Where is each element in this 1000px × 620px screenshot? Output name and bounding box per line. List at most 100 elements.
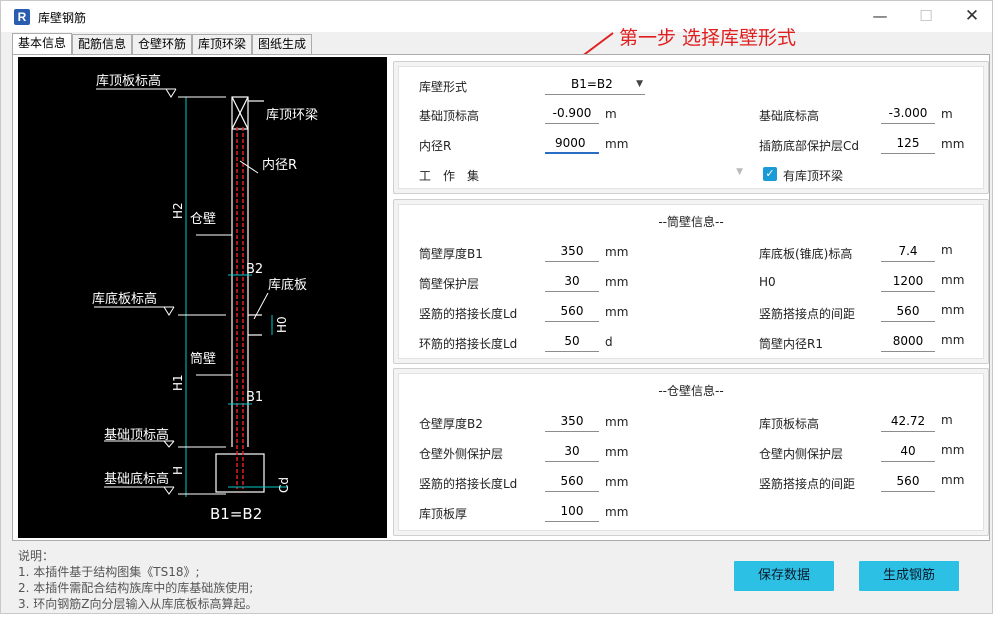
dimension-lines	[178, 96, 226, 497]
silo-input-1[interactable]: 30	[545, 442, 599, 462]
inner-r-label: 内径R	[419, 139, 452, 153]
tab-reinforcement-info[interactable]: 配筋信息	[72, 34, 132, 54]
label-h1: H1	[171, 374, 185, 391]
found-bottom-unit: m	[941, 107, 953, 121]
silo-right-input-0[interactable]: 42.72	[881, 412, 935, 432]
label-h: H	[171, 466, 185, 475]
tube-wall-panel: --筒壁信息-- 筒壁厚度B1 350 mm 库底板(锥底)标高 7.4 m 筒壁保护层 30…	[393, 199, 989, 364]
tube-section-title: --筒壁信息--	[658, 215, 724, 229]
found-top-label: 基础顶标高	[419, 109, 480, 123]
label-b1: B1	[246, 390, 263, 405]
ring-beam-checkbox-label: 有库顶环梁	[783, 169, 844, 183]
basic-params-panel: 库壁形式 B1=B2 ▼ 基础顶标高 -0.900 m 基础底标高 -3.000…	[393, 61, 989, 194]
inner-r-input[interactable]: 9000	[545, 134, 599, 154]
tube-right-unit-2: mm	[941, 303, 965, 317]
silo-label-0: 仓壁厚度B2	[419, 417, 483, 431]
silo-right-label-0: 库顶板标高	[759, 417, 820, 431]
tube-right-unit-0: m	[941, 243, 953, 257]
close-button[interactable]: ✕	[949, 1, 995, 32]
tube-right-label-1: H0	[759, 275, 776, 289]
basic-params-inner: 库壁形式 B1=B2 ▼ 基础顶标高 -0.900 m 基础底标高 -3.000…	[398, 66, 984, 189]
tab-drawing-generation[interactable]: 图纸生成	[252, 34, 312, 54]
drawing-vertical-labels: H2 H1 H H0 Cd	[171, 202, 291, 493]
found-top-input[interactable]: -0.900	[545, 104, 599, 124]
label-h0: H0	[275, 316, 289, 333]
cd-unit: mm	[941, 137, 965, 151]
silo-wall-panel: --仓壁信息-- 仓壁厚度B2 350 mm 库顶板标高 42.72 m 仓壁外侧保护层 30…	[393, 368, 989, 536]
tube-right-unit-1: mm	[941, 273, 965, 287]
tube-right-input-3[interactable]: 8000	[881, 332, 935, 352]
wall-form-value: B1=B2	[571, 77, 613, 91]
workset-label: 工 作 集	[419, 169, 480, 183]
cd-input[interactable]: 125	[881, 134, 935, 154]
generate-rebar-button[interactable]: 生成钢筋	[859, 561, 959, 591]
tab-top-ring-beam[interactable]: 库顶环梁	[192, 34, 252, 54]
main-window: R 库壁钢筋 — ☐ ✕ 第一步 选择库壁形式 基本信息 配筋信息 仓壁环筋 库…	[0, 0, 993, 614]
silo-input-0[interactable]: 350	[545, 412, 599, 432]
silo-right-input-1[interactable]: 40	[881, 442, 935, 462]
minimize-button[interactable]: —	[857, 1, 903, 32]
silo-right-unit-2: mm	[941, 473, 965, 487]
wall-section-drawing: 库顶板标高 库顶环梁 内径R 仓壁 B2 库底板 库底板标高 筒壁 B1 基础顶…	[18, 57, 387, 538]
found-bottom-label: 基础底标高	[759, 109, 820, 123]
chevron-down-icon: ▼	[636, 79, 643, 89]
tube-label-3: 环筋的搭接长度Ld	[419, 337, 518, 351]
tube-wall-inner: --筒壁信息-- 筒壁厚度B1 350 mm 库底板(锥底)标高 7.4 m 筒壁保护层 30…	[398, 204, 984, 359]
tube-right-input-1[interactable]: 1200	[881, 272, 935, 292]
notes-title: 说明：	[18, 549, 55, 563]
tube-input-2[interactable]: 560	[545, 302, 599, 322]
window-title: 库壁钢筋	[38, 11, 87, 25]
label-bottom-slab-elev: 库底板标高	[92, 291, 157, 307]
wall-form-label: 库壁形式	[419, 80, 468, 94]
maximize-button[interactable]: ☐	[903, 1, 949, 32]
tube-right-label-0: 库底板(锥底)标高	[759, 247, 853, 261]
chevron-down-icon: ▼	[736, 167, 743, 177]
silo-right-label-1: 仓壁内侧保护层	[759, 447, 844, 461]
silo-right-input-2[interactable]: 560	[881, 472, 935, 492]
tube-unit-3: d	[605, 335, 613, 349]
silo-unit-3: mm	[605, 505, 629, 519]
label-found-bottom: 基础底标高	[104, 471, 169, 487]
tube-label-1: 筒壁保护层	[419, 277, 480, 291]
ring-beam-checkbox[interactable]: ✓	[763, 167, 777, 181]
tube-unit-1: mm	[605, 275, 629, 289]
tube-input-1[interactable]: 30	[545, 272, 599, 292]
notes: 说明： 1. 本插件基于结构图集《TS18》; 2. 本插件需配合结构族库中的库…	[18, 548, 258, 612]
label-inner-r: 内径R	[262, 157, 297, 173]
silo-label-2: 竖筋的搭接长度Ld	[419, 477, 518, 491]
tube-right-unit-3: mm	[941, 333, 965, 347]
silo-right-unit-0: m	[941, 413, 953, 427]
silo-label-3: 库顶板厚	[419, 507, 468, 521]
tab-basic-info[interactable]: 基本信息	[12, 33, 72, 55]
tube-right-input-2[interactable]: 560	[881, 302, 935, 322]
note-line: 1. 本插件基于结构图集《TS18》;	[18, 565, 200, 579]
silo-input-3[interactable]: 100	[545, 502, 599, 522]
silo-label-1: 仓壁外侧保护层	[419, 447, 504, 461]
note-line: 2. 本插件需配合结构族库中的库基础族使用;	[18, 581, 254, 595]
tube-unit-0: mm	[605, 245, 629, 259]
tube-right-label-3: 筒壁内径R1	[759, 337, 823, 351]
inner-r-unit: mm	[605, 137, 629, 151]
silo-unit-2: mm	[605, 475, 629, 489]
tube-unit-2: mm	[605, 305, 629, 319]
silo-unit-0: mm	[605, 415, 629, 429]
step-annotation: 第一步 选择库壁形式	[619, 27, 797, 49]
tube-right-input-0[interactable]: 7.4	[881, 242, 935, 262]
tab-content-basic-info: 库顶板标高 库顶环梁 内径R 仓壁 B2 库底板 库底板标高 筒壁 B1 基础顶…	[12, 54, 990, 541]
save-data-button[interactable]: 保存数据	[734, 561, 834, 591]
silo-section-title: --仓壁信息--	[658, 384, 724, 398]
wall-form-select[interactable]: B1=B2 ▼	[545, 75, 645, 95]
found-top-unit: m	[605, 107, 617, 121]
tube-label-2: 竖筋的搭接长度Ld	[419, 307, 518, 321]
tube-input-0[interactable]: 350	[545, 242, 599, 262]
label-top-elev: 库顶板标高	[96, 73, 161, 89]
silo-right-unit-1: mm	[941, 443, 965, 457]
tube-input-3[interactable]: 50	[545, 332, 599, 352]
label-bottom-slab: 库底板	[268, 277, 307, 293]
found-bottom-input[interactable]: -3.000	[881, 104, 935, 124]
silo-input-2[interactable]: 560	[545, 472, 599, 492]
tab-silo-ring-bars[interactable]: 仓壁环筋	[132, 34, 192, 54]
silo-wall-inner: --仓壁信息-- 仓壁厚度B2 350 mm 库顶板标高 42.72 m 仓壁外侧保护层 30…	[398, 373, 984, 531]
workset-select[interactable]: ▼	[545, 165, 745, 185]
label-form: B1=B2	[210, 505, 262, 523]
